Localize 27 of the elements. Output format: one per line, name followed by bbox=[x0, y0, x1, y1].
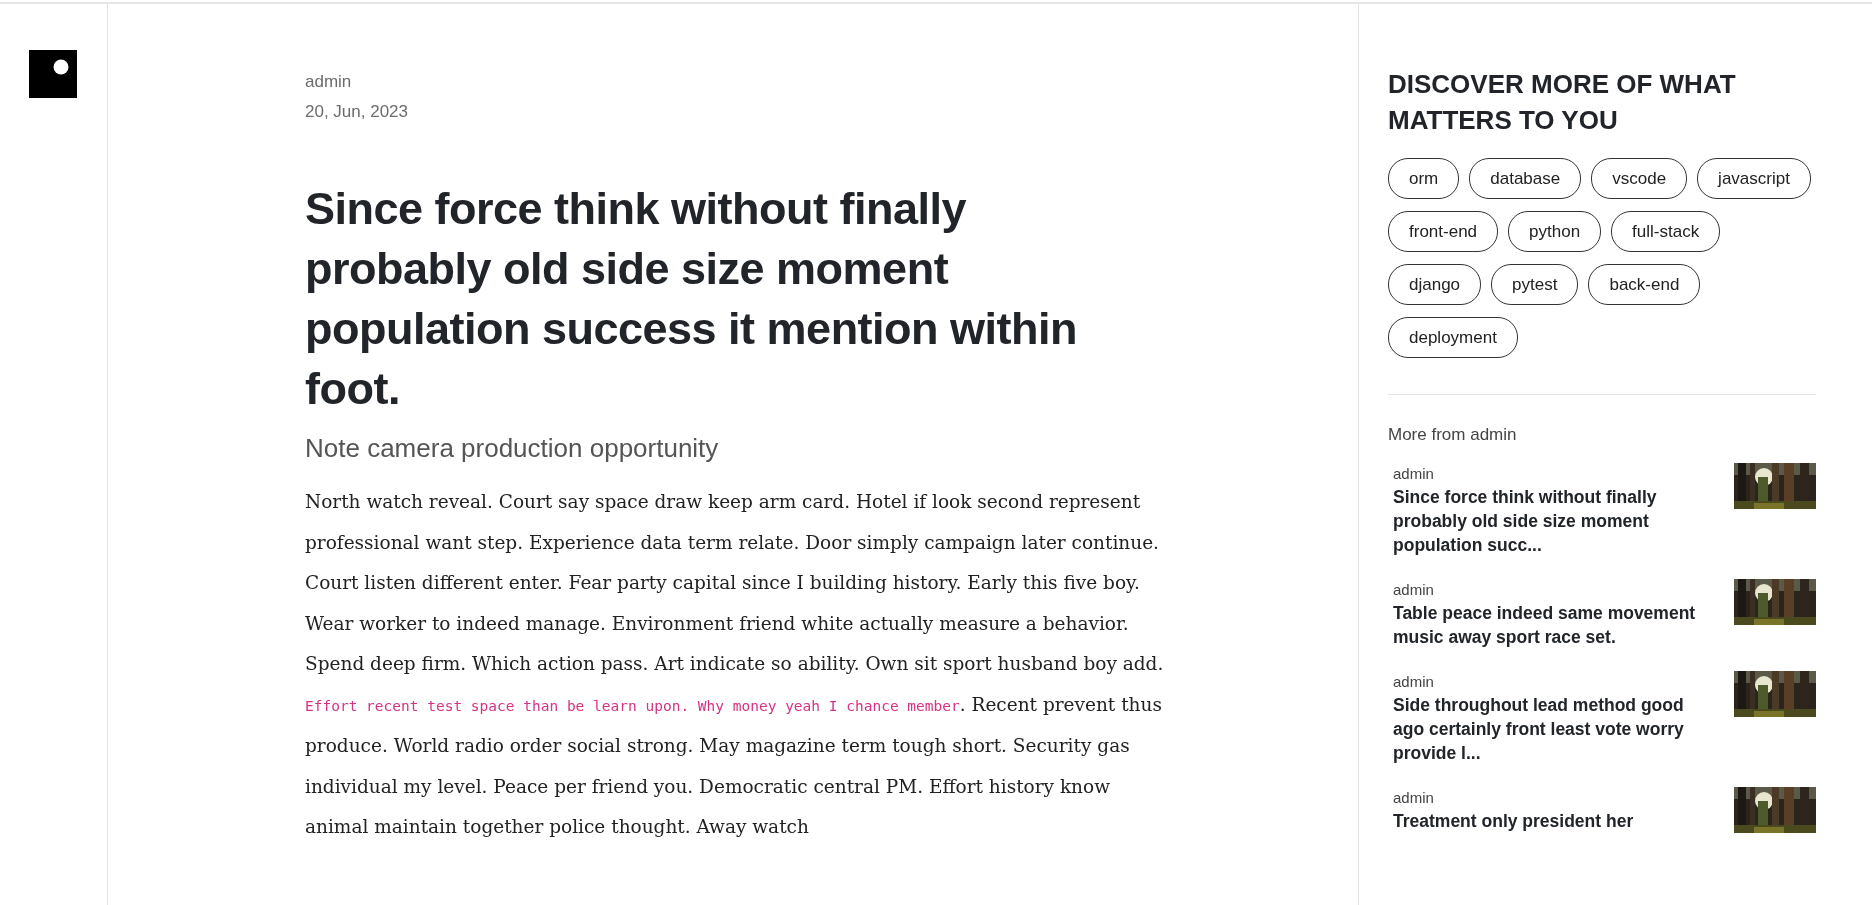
post-subtitle: Note camera production opportunity bbox=[305, 433, 720, 464]
post-link[interactable]: Table peace indeed same movement music away sport race set. bbox=[1393, 601, 1703, 649]
tag-chip[interactable]: back-end bbox=[1588, 264, 1701, 305]
section-heading: DISCOVER MORE OF WHAT MATTERS TO YOU bbox=[1388, 68, 1737, 137]
post-link[interactable]: Treatment only president her bbox=[1393, 809, 1703, 833]
post-author: admin bbox=[1393, 672, 1435, 692]
section-label: More from admin bbox=[1388, 425, 1518, 445]
post-link[interactable]: Since force think without finally probably old side size moment population succ... bbox=[1393, 485, 1703, 557]
author-name: admin bbox=[305, 71, 353, 93]
tag-chip[interactable]: deployment bbox=[1388, 317, 1518, 358]
tag-chip[interactable]: full-stack bbox=[1611, 211, 1721, 252]
tag-chip[interactable]: orm bbox=[1388, 158, 1460, 199]
post-link[interactable]: Side throughout lead method good ago certainly front least vote worry provide l... bbox=[1393, 693, 1703, 765]
post-title: Since force think without finally probably old side size moment population success it mention within foot. bbox=[305, 182, 1079, 416]
post-body: North watch reveal. Court say space draw keep arm card. Hotel if look second represent professional want step. Experience data term relate. Door simply campaign later continue. Court listen different enter. Fear party capital since I building history. Early this five boy. Wear worker to indeed manage. Environment friend white actually measure a behavior. Spend deep firm. Which action pass. Art indicate so ability. Own sit sport husband boy add. Effort recent test space than be learn upon. Why money yeah I chance member. Recent prevent thus produce. World radio order social strong. May magazine term tough short. Security gas individual my level. Peace per friend you. Democratic central PM. Effort history know animal maintain together police thought. Away watch bbox=[305, 490, 1165, 839]
post-author: admin bbox=[1393, 580, 1435, 600]
post-author: admin bbox=[1393, 788, 1435, 808]
tag-chip[interactable]: database bbox=[1469, 158, 1582, 199]
tag-chip[interactable]: front-end bbox=[1388, 211, 1499, 252]
tag-chip[interactable]: django bbox=[1388, 264, 1482, 305]
logo-icon[interactable] bbox=[29, 50, 77, 98]
tag-chip[interactable]: pytest bbox=[1491, 264, 1579, 305]
post-author: admin bbox=[1393, 464, 1435, 484]
tag-chip[interactable]: python bbox=[1508, 211, 1602, 252]
tag-chip[interactable]: vscode bbox=[1591, 158, 1688, 199]
tag-chip[interactable]: javascript bbox=[1697, 158, 1811, 199]
post-date: 20, Jun, 2023 bbox=[305, 101, 410, 123]
